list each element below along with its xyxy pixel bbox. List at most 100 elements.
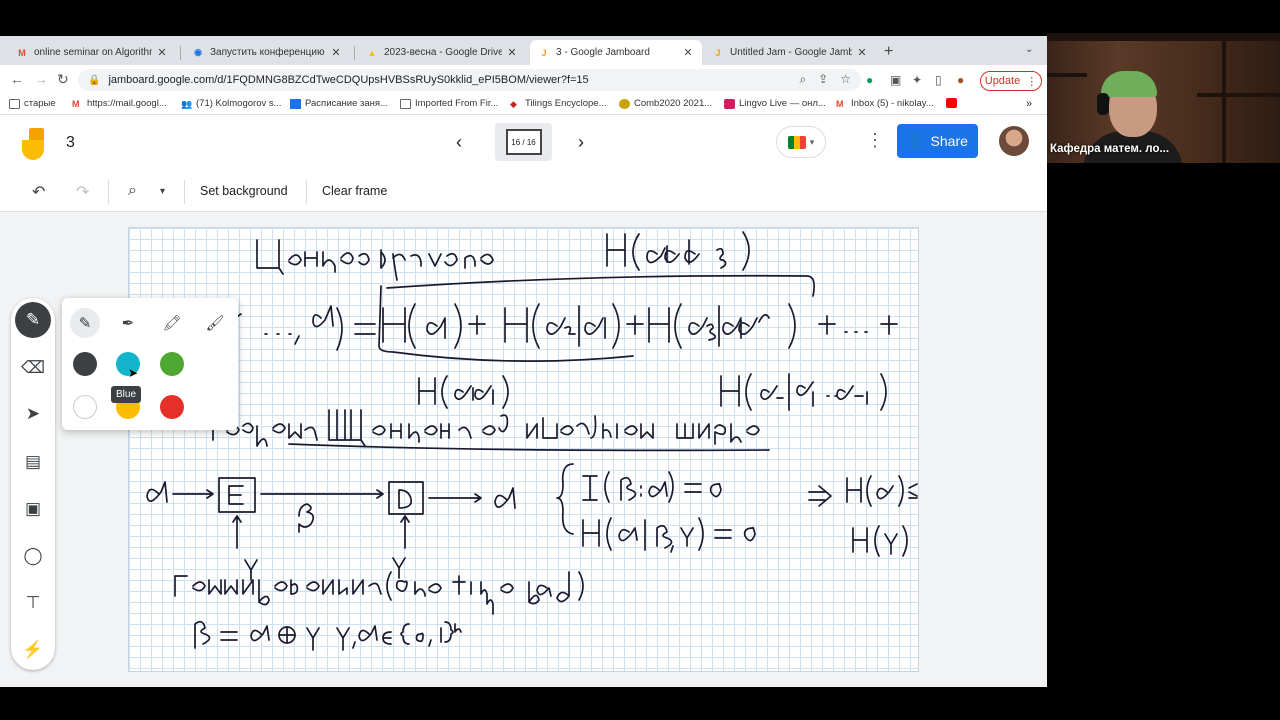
close-icon[interactable]: ✕: [506, 46, 518, 59]
pen-icon[interactable]: ✒: [113, 308, 143, 338]
bookmark-folder[interactable]: Imported From Fir...: [400, 98, 498, 109]
gmail-icon: M: [18, 47, 26, 58]
bookmark-label: (71) Kolmogorov s...: [196, 98, 282, 109]
toolbar-divider: [184, 180, 185, 204]
bookmark-item[interactable]: Comb2020 2021...: [619, 98, 712, 109]
set-background-button[interactable]: Set background: [200, 184, 288, 198]
profile-avatar-icon[interactable]: ●: [957, 73, 964, 87]
reload-icon[interactable]: ↻: [57, 71, 69, 88]
handwriting-stroke: [400, 621, 462, 647]
tab-untitled-jam[interactable]: J Untitled Jam - Google Jamboa ✕: [704, 40, 876, 65]
more-options-icon[interactable]: ⋮: [866, 130, 884, 151]
pen-icon[interactable]: ✎: [15, 302, 51, 338]
implies-arrow: [808, 485, 832, 507]
handwriting-drawing: [146, 231, 918, 651]
handwriting-stroke: [482, 414, 509, 436]
color-swatch-green[interactable]: [160, 352, 184, 376]
bookmark-item[interactable]: Расписание заня...: [290, 98, 388, 109]
lock-icon[interactable]: 🔒: [88, 75, 100, 86]
avatar[interactable]: [999, 126, 1029, 156]
highlighter-icon[interactable]: 🖍: [157, 308, 187, 338]
close-icon[interactable]: ✕: [330, 46, 342, 59]
url-field[interactable]: 🔒 jamboard.google.com/d/1FQDMNG8BZCdTweC…: [78, 69, 861, 91]
tab-bar: M online seminar on Algorithmic ✕ ◉ Запу…: [0, 36, 1047, 65]
jamboard-logo-icon[interactable]: [22, 128, 44, 160]
redo-icon[interactable]: ↷: [76, 182, 89, 202]
bookmark-item[interactable]: Mhttps://mail.googl...: [72, 98, 167, 109]
jam-title[interactable]: 3: [66, 134, 75, 152]
bookmark-item[interactable]: [946, 98, 961, 108]
image-icon[interactable]: ▣: [15, 491, 51, 527]
bookmark-item[interactable]: Lingvo Live — онл...: [724, 98, 826, 109]
bookmark-item[interactable]: ◆ Tilings Encyclope...: [510, 98, 607, 109]
equals-sign: [354, 323, 376, 335]
close-icon[interactable]: ✕: [156, 46, 168, 59]
plus-sign: [626, 315, 644, 335]
previous-frame-chevron-icon[interactable]: ‹: [456, 132, 462, 153]
meet-button[interactable]: ▾: [776, 126, 826, 158]
color-swatch-black[interactable]: [73, 352, 97, 376]
tab-google-drive[interactable]: ▲ 2023-весна - Google Drive ✕: [358, 40, 526, 65]
share-button[interactable]: 👤 Share: [897, 124, 978, 158]
laser-icon[interactable]: ⚡: [15, 632, 51, 668]
video-tile[interactable]: Кафедра матем. ло...: [1047, 33, 1280, 163]
undo-icon[interactable]: ↶: [32, 182, 45, 202]
tab-search-chevron-icon[interactable]: ⌄: [1025, 44, 1033, 55]
bookmark-item[interactable]: 👥 (71) Kolmogorov s...: [181, 98, 282, 109]
bookmark-item[interactable]: M Inbox (5) - nikolay...: [836, 98, 934, 109]
tab-online-seminar[interactable]: M online seminar on Algorithmic ✕: [8, 40, 176, 65]
handwriting-stroke: [646, 239, 727, 269]
sidepanel-icon[interactable]: ▯: [935, 73, 942, 87]
tab-divider: [354, 46, 355, 60]
handwriting-stroke: [742, 231, 750, 271]
share-page-icon[interactable]: ⇪: [818, 72, 828, 87]
back-arrow-icon[interactable]: ←: [10, 71, 24, 87]
forward-arrow-icon[interactable]: →: [34, 71, 48, 87]
next-frame-chevron-icon[interactable]: ›: [578, 132, 584, 153]
pen-marker-icon[interactable]: ✎: [70, 308, 100, 338]
eraser-icon[interactable]: ⌫: [15, 350, 51, 386]
tab-jamboard-3[interactable]: J 3 - Google Jamboard ✕: [530, 40, 702, 65]
sticky-note-icon[interactable]: ▤: [15, 444, 51, 480]
canvas-area: ✎ ⌫ ➤ ▤ ▣ ◯ ⊤ ⚡ ✎ ✒ 🖍 🖌 Blue ➤: [0, 212, 1047, 687]
tab-zoom-conference[interactable]: ◉ Запустить конференцию - Zo ✕: [184, 40, 350, 65]
underline-stroke: [288, 443, 770, 452]
handwriting-stroke: [288, 251, 370, 273]
frame-bar-button[interactable]: 16 / 16: [495, 123, 552, 161]
grammarly-extension-icon[interactable]: ●: [866, 73, 873, 87]
decoder-box: [388, 481, 424, 515]
close-icon[interactable]: ✕: [682, 46, 694, 59]
extension-icon[interactable]: ▣: [890, 73, 901, 87]
close-icon[interactable]: ✕: [856, 46, 868, 59]
new-tab-button[interactable]: +: [884, 43, 893, 61]
handwriting-stroke: [846, 475, 918, 507]
jamboard-toolbar: ↶ ↷ ⌕ ▾ Set background Clear frame: [0, 172, 1047, 212]
arrow-stroke: [232, 515, 242, 549]
select-cursor-icon[interactable]: ➤: [15, 396, 51, 432]
chrome-icon: ◉: [194, 47, 202, 57]
handwriting-stroke: [380, 249, 494, 281]
d-letter: [398, 489, 413, 509]
jamboard-icon: J: [541, 47, 547, 58]
more-bookmarks-icon[interactable]: »: [1026, 98, 1032, 110]
brush-icon[interactable]: 🖌: [200, 308, 230, 338]
update-button[interactable]: Update ⋮: [980, 71, 1042, 91]
bookmark-folder[interactable]: старые: [9, 98, 56, 109]
whiteboard-frame[interactable]: [128, 227, 919, 672]
tool-sidebar: ✎ ⌫ ➤ ▤ ▣ ◯ ⊤ ⚡: [11, 298, 55, 670]
bookshelf: [1197, 93, 1280, 97]
text-box-icon[interactable]: ⊤: [15, 585, 51, 621]
address-bar: ← → ↻ 🔒 jamboard.google.com/d/1FQDMNG8BZ…: [0, 65, 1047, 95]
zoom-icon[interactable]: ⌕: [799, 72, 806, 87]
chevron-down-icon[interactable]: ▾: [160, 186, 165, 197]
handwriting-stroke: [606, 233, 626, 267]
color-swatch-white[interactable]: [73, 395, 97, 419]
puzzle-extensions-icon[interactable]: ✦: [912, 73, 922, 87]
clear-frame-button[interactable]: Clear frame: [322, 184, 387, 198]
handwriting-stroke: [418, 375, 509, 409]
handwriting-stroke: [632, 233, 640, 271]
color-swatch-red[interactable]: [160, 395, 184, 419]
zoom-icon[interactable]: ⌕: [128, 182, 137, 200]
shape-circle-icon[interactable]: ◯: [15, 538, 51, 574]
bookmark-star-icon[interactable]: ☆: [840, 72, 851, 87]
